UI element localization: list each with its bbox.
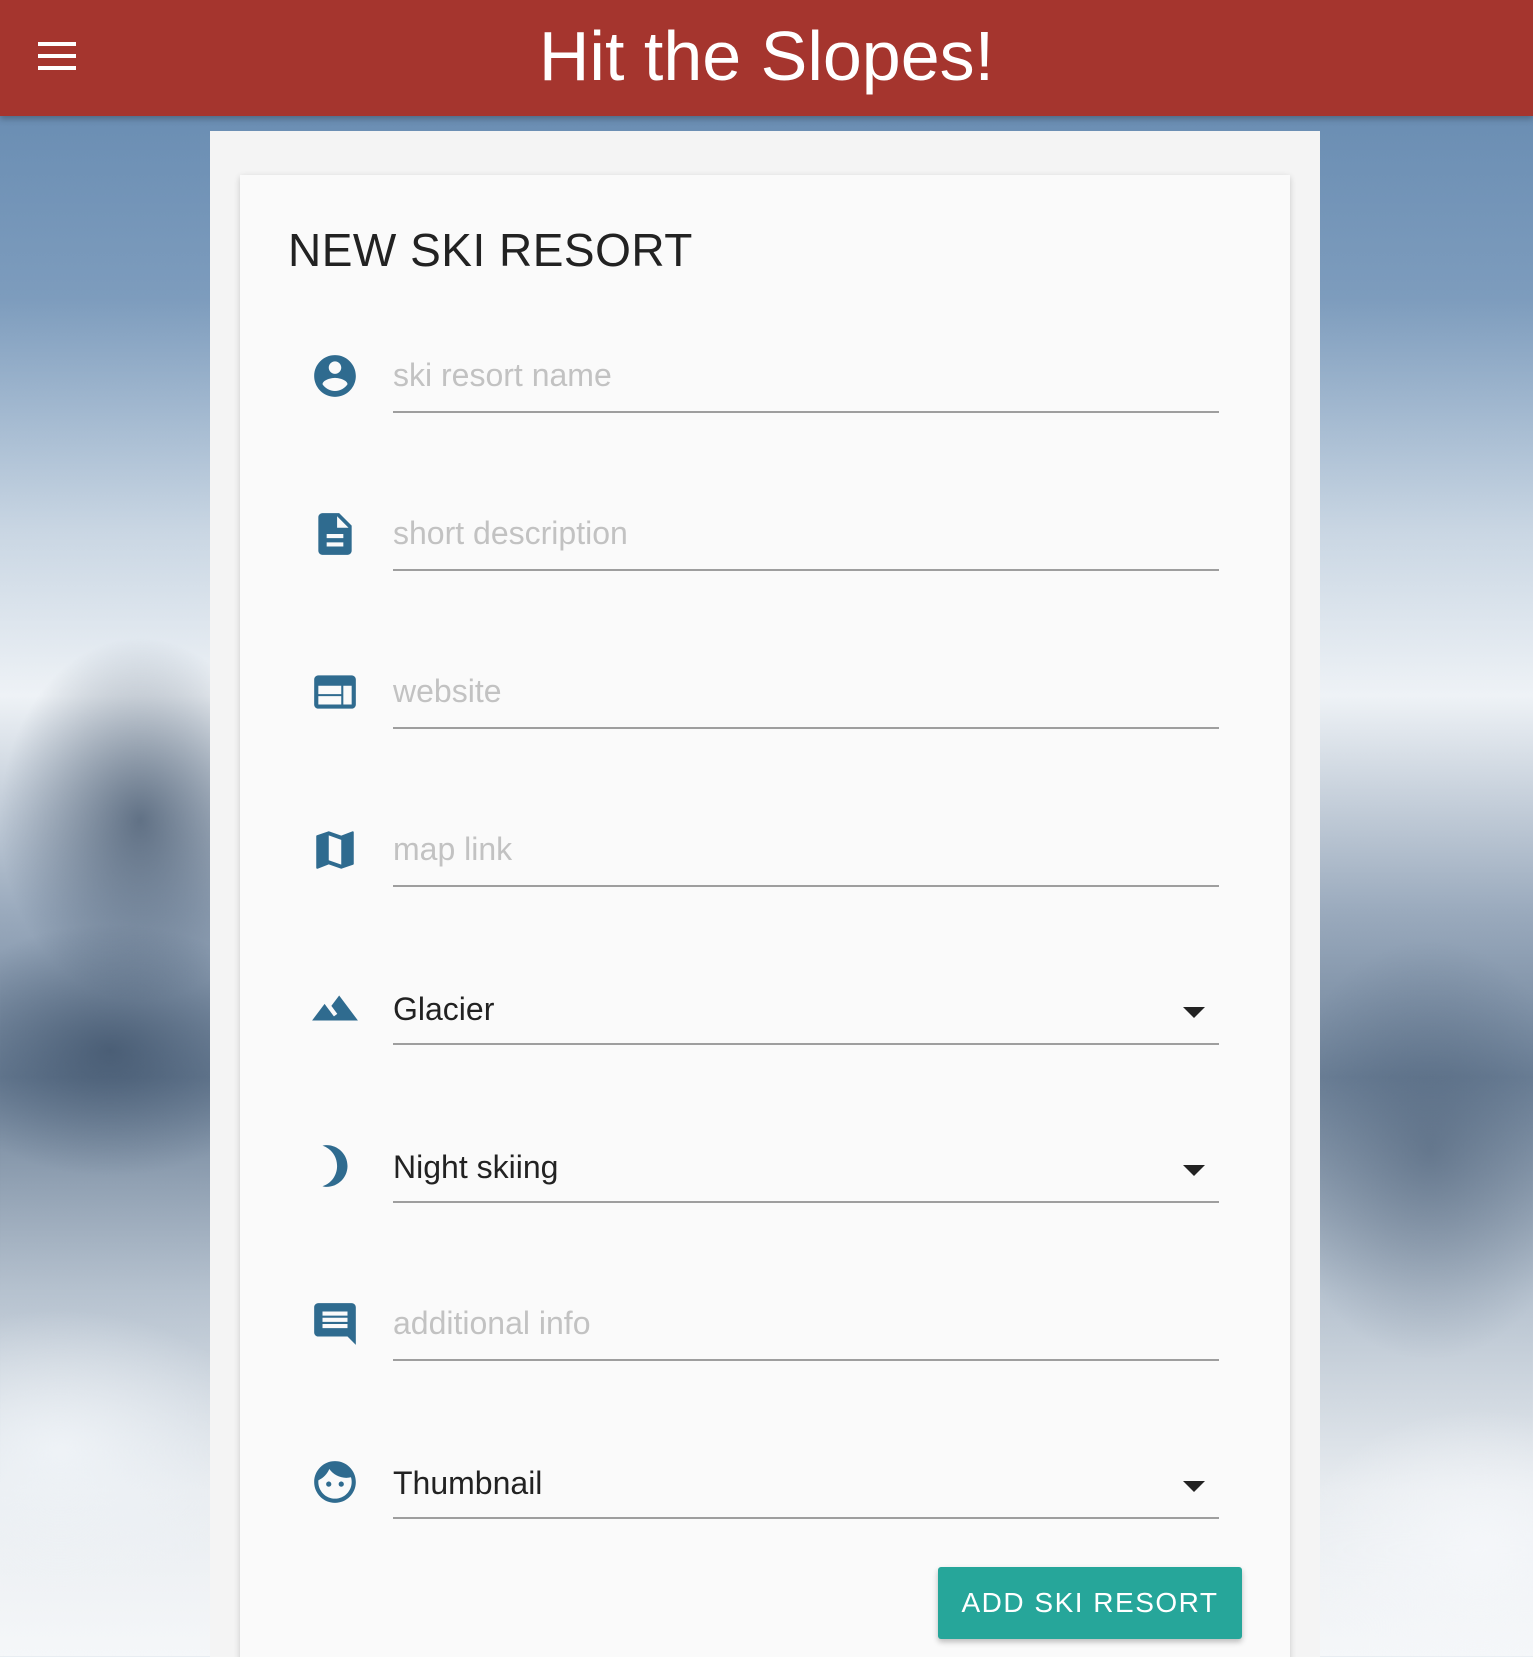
- website-input[interactable]: [393, 661, 1219, 729]
- resort-name-input[interactable]: [393, 345, 1219, 413]
- map-link-input[interactable]: [393, 819, 1219, 887]
- night-skiing-select[interactable]: Night skiing: [393, 1135, 1219, 1203]
- map-link-field: [240, 811, 1290, 931]
- thumbnail-select-value: Thumbnail: [393, 1465, 543, 1501]
- glacier-select[interactable]: Glacier: [393, 977, 1219, 1045]
- glacier-field: Glacier: [240, 969, 1290, 1089]
- night-skiing-field: Night skiing: [240, 1127, 1290, 1247]
- new-resort-card: NEW SKI RESORT Glacier: [240, 175, 1290, 1657]
- night-skiing-select-value: Night skiing: [393, 1149, 559, 1185]
- description-input[interactable]: [393, 503, 1219, 571]
- add-ski-resort-button[interactable]: ADD SKI RESORT: [938, 1567, 1242, 1639]
- chevron-down-icon: [1183, 1165, 1205, 1176]
- form-title: NEW SKI RESORT: [288, 224, 693, 276]
- chevron-down-icon: [1183, 1481, 1205, 1492]
- account-circle-icon: [314, 355, 356, 397]
- resort-name-field: [240, 337, 1290, 457]
- glacier-select-value: Glacier: [393, 991, 495, 1027]
- description-field: [240, 495, 1290, 615]
- moon-icon: [322, 1145, 348, 1187]
- map-icon: [316, 831, 354, 869]
- additional-info-input[interactable]: [393, 1293, 1219, 1361]
- terrain-icon: [312, 995, 358, 1021]
- thumbnail-select[interactable]: Thumbnail: [393, 1451, 1219, 1519]
- app-bar: Hit the Slopes!: [0, 0, 1533, 116]
- app-title: Hit the Slopes!: [538, 17, 995, 95]
- chevron-down-icon: [1183, 1007, 1205, 1018]
- description-icon: [318, 513, 352, 555]
- face-icon: [314, 1461, 356, 1503]
- thumbnail-field: Thumbnail: [240, 1443, 1290, 1563]
- web-icon: [314, 675, 356, 709]
- comment-icon: [314, 1303, 356, 1345]
- website-field: [240, 653, 1290, 773]
- additional-info-field: [240, 1285, 1290, 1405]
